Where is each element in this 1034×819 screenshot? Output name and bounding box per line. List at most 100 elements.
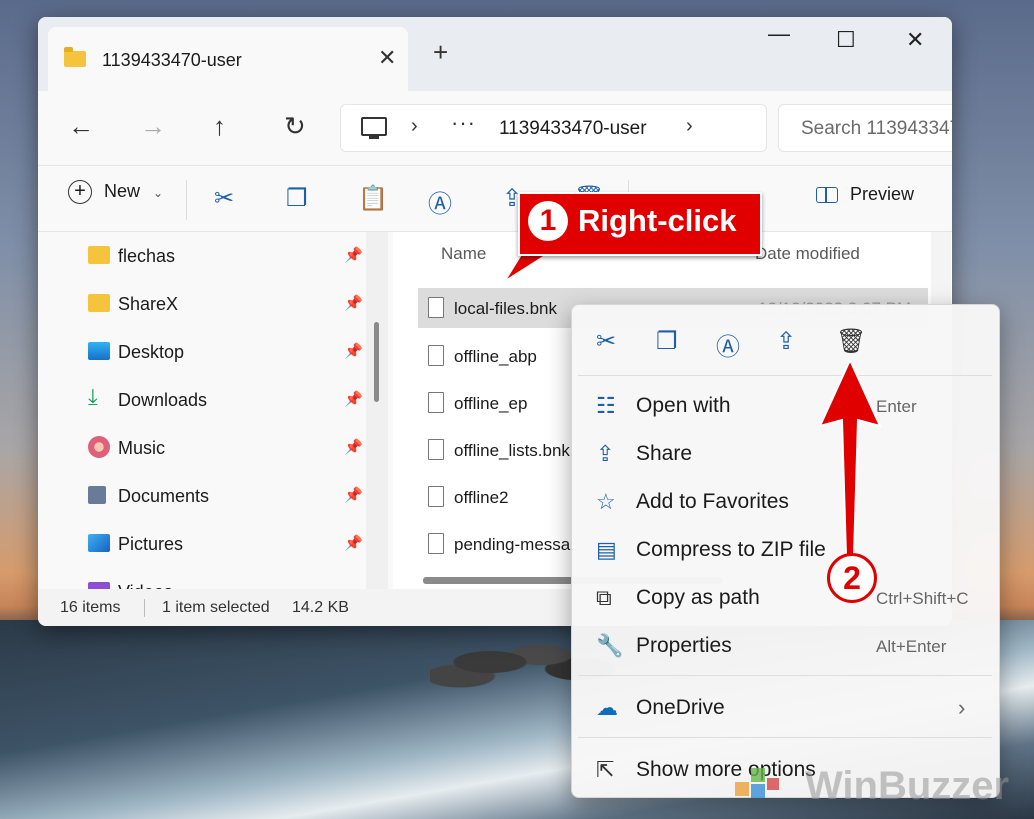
file-name: offline_abp (454, 347, 537, 366)
new-label: New (104, 180, 141, 201)
menu-item-open-with[interactable]: ☷ Open with Enter (572, 381, 999, 429)
command-bar: +New ⌄ ✂ ❐ 📋 Ⓐ ⇪ 🗑 ··· Preview (38, 165, 952, 232)
file-name: offline_lists.bnk (454, 441, 570, 460)
step1-callout: 1 Right-click (518, 192, 762, 256)
menu-item-onedrive[interactable]: ☁ OneDrive › (572, 683, 999, 731)
file-name: pending-messa (454, 535, 571, 554)
back-icon[interactable]: ← (68, 111, 94, 142)
minimize-icon[interactable]: — (768, 21, 790, 47)
column-header-date[interactable]: Date modified (755, 244, 860, 264)
paste-icon[interactable]: 📋 (358, 184, 388, 213)
search-placeholder: Search 1139433470-user (801, 118, 952, 139)
up-icon[interactable]: ↑ (213, 111, 226, 142)
menu-item-label: Share (636, 442, 693, 465)
breadcrumb-current[interactable]: 1139433470-user (499, 118, 647, 140)
menu-divider (578, 675, 992, 676)
this-pc-icon (361, 117, 387, 139)
sidebar-item-documents[interactable]: Documents 📌 (88, 478, 378, 514)
folder-icon (88, 294, 110, 312)
open-with-icon: ☷ (596, 393, 616, 418)
rename-icon[interactable]: Ⓐ (716, 327, 740, 362)
file-icon (428, 439, 444, 460)
new-tab-button[interactable]: + (433, 37, 448, 68)
folder-icon (88, 246, 110, 264)
maximize-icon[interactable]: ☐ (836, 27, 856, 53)
menu-item-properties[interactable]: 🔧 Properties Alt+Enter (572, 621, 999, 669)
file-name: offline2 (454, 488, 509, 507)
star-icon: ☆ (596, 489, 616, 514)
share-icon: ⇪ (596, 441, 615, 466)
sidebar-item-label: flechas (118, 246, 176, 266)
sidebar-item-music[interactable]: Music 📌 (88, 430, 378, 466)
item-count: 16 items (60, 599, 121, 616)
menu-item-label: Open with (636, 394, 731, 417)
tab-title: 1139433470-user (102, 50, 242, 70)
sidebar-item-downloads[interactable]: ⤓ Downloads 📌 (88, 382, 378, 418)
tab-current[interactable]: 1139433470-user ✕ (48, 27, 408, 91)
close-tab-icon[interactable]: ✕ (378, 45, 396, 71)
status-divider (144, 599, 145, 617)
chevron-right-icon[interactable]: › (411, 115, 418, 138)
chevron-right-icon[interactable]: › (686, 115, 693, 138)
new-button[interactable]: + New ⌄ (68, 180, 163, 204)
copy-icon[interactable]: ❐ (656, 327, 678, 356)
folder-icon (64, 47, 86, 67)
column-header-name[interactable]: Name (441, 244, 486, 264)
path-overflow[interactable]: ··· (451, 110, 476, 136)
sidebar-item-flechas[interactable]: flechas 📌 (88, 238, 378, 274)
menu-divider (578, 737, 992, 738)
pin-icon: 📌 (344, 343, 363, 360)
file-icon (428, 486, 444, 507)
context-menu: ✂ ❐ Ⓐ ⇪ 🗑 ☷ Open with Enter ⇪ Share ☆ Ad… (571, 304, 1000, 798)
chevron-down-icon: ⌄ (153, 185, 164, 200)
menu-item-label: Add to Favorites (636, 490, 789, 513)
file-icon (428, 297, 444, 318)
wrench-icon: 🔧 (596, 633, 624, 658)
file-icon (428, 392, 444, 413)
step2-arrow (818, 360, 882, 557)
search-box[interactable]: Search 1139433470-user (778, 104, 952, 152)
sidebar-item-label: Music (118, 438, 166, 458)
menu-item-share[interactable]: ⇪ Share (572, 429, 999, 477)
downloads-icon: ⤓ (88, 384, 98, 409)
close-window-icon[interactable]: ✕ (906, 27, 924, 53)
cut-icon[interactable]: ✂ (596, 327, 616, 356)
share-icon[interactable]: ⇪ (776, 327, 796, 356)
plus-icon: + (68, 180, 92, 204)
file-name: offline_ep (454, 394, 528, 413)
cut-icon[interactable]: ✂ (214, 184, 234, 213)
pin-icon: 📌 (344, 535, 363, 552)
pin-icon: 📌 (344, 439, 363, 456)
navigation-bar: ← → ↑ ↻ › ··· 1139433470-user › Search 1… (38, 91, 952, 165)
step1-text: Right-click (578, 203, 737, 238)
menu-item-compress-zip[interactable]: ▤ Compress to ZIP file (572, 525, 999, 573)
menu-item-label: Copy as path (636, 586, 760, 609)
sidebar-item-label: Downloads (118, 390, 208, 410)
sidebar-item-pictures[interactable]: Pictures 📌 (88, 526, 378, 562)
sidebar-item-label: ShareX (118, 294, 179, 314)
rename-icon[interactable]: Ⓐ (428, 184, 452, 219)
pictures-icon (88, 534, 110, 552)
refresh-icon[interactable]: ↻ (284, 111, 306, 142)
step2-number: 2 (827, 553, 877, 603)
delete-icon[interactable]: 🗑 (836, 327, 866, 356)
sidebar-item-label: Desktop (118, 342, 185, 362)
title-bar: 1139433470-user ✕ + — ☐ ✕ (38, 17, 952, 91)
menu-divider (578, 375, 992, 376)
menu-item-shortcut: Alt+Enter (876, 637, 947, 656)
copy-icon[interactable]: ❐ (286, 184, 308, 213)
menu-item-copy-as-path[interactable]: ⧉ Copy as path Ctrl+Shift+C (572, 573, 999, 621)
forward-icon[interactable]: → (140, 111, 166, 142)
sidebar-item-sharex[interactable]: ShareX 📌 (88, 286, 378, 322)
navigation-pane: flechas 📌 ShareX 📌 Desktop 📌 ⤓ Downloads… (38, 231, 393, 602)
pin-icon: 📌 (344, 247, 363, 264)
menu-item-add-to-favorites[interactable]: ☆ Add to Favorites (572, 477, 999, 525)
watermark: WinBuzzer (735, 758, 1025, 814)
context-menu-quick-actions: ✂ ❐ Ⓐ ⇪ 🗑 (572, 305, 999, 375)
preview-button[interactable]: Preview (816, 184, 914, 205)
pin-icon: 📌 (344, 391, 363, 408)
step1-number: 1 (528, 201, 568, 241)
address-bar[interactable]: › ··· 1139433470-user › (340, 104, 767, 152)
sidebar-item-desktop[interactable]: Desktop 📌 (88, 334, 378, 370)
watermark-text: WinBuzzer (805, 764, 1010, 808)
